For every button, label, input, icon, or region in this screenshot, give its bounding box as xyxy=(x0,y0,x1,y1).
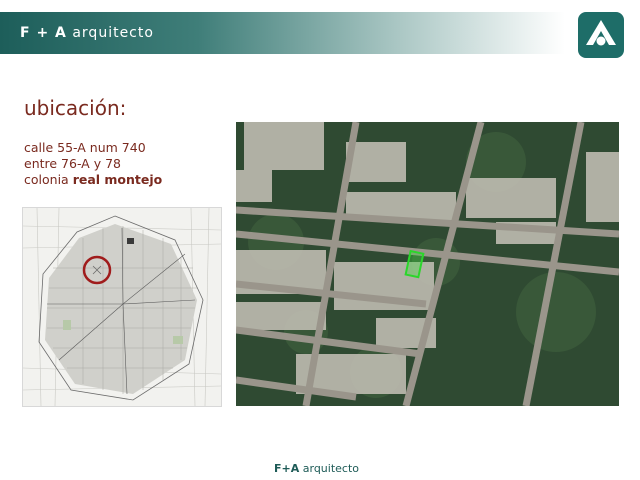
address-line-colonia: colonia real montejo xyxy=(24,172,162,188)
brand-logo xyxy=(578,12,624,58)
footer-brand: F+A arquitecto xyxy=(274,462,359,475)
logo-mark-icon xyxy=(586,20,616,46)
footer-brand-prefix: F+A xyxy=(274,462,300,475)
address-line-between: entre 76-A y 78 xyxy=(24,156,121,171)
colonia-label: colonia xyxy=(24,172,69,187)
header-brand: F + A arquitecto xyxy=(20,25,154,41)
colonia-name: real montejo xyxy=(72,172,163,187)
address-block: calle 55-A num 740 entre 76-A y 78 colon… xyxy=(24,140,162,188)
aerial-map-graphic xyxy=(236,122,619,406)
city-map xyxy=(22,207,222,407)
header-brand-suffix: arquitecto xyxy=(72,25,154,41)
address-line-street: calle 55-A num 740 xyxy=(24,140,146,155)
page-title: ubicación: xyxy=(24,96,127,120)
header-brand-prefix: F + A xyxy=(20,25,67,41)
city-map-graphic xyxy=(23,208,221,406)
footer-brand-suffix: arquitecto xyxy=(302,462,360,475)
aerial-map xyxy=(236,122,619,406)
